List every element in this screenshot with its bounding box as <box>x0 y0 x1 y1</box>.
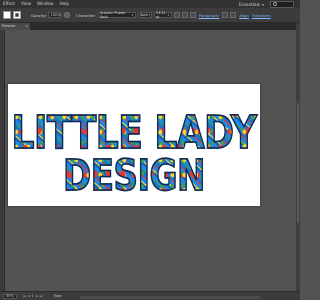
menu-help[interactable]: Help <box>57 0 73 8</box>
font-style-dropdown[interactable]: Bold ▾ <box>137 12 152 18</box>
character-group: Character: Autumn Puzzle Bold ▾ Bold ▾ 2… <box>76 11 172 19</box>
zoom-field[interactable]: 50% <box>3 293 17 299</box>
transform-link[interactable]: Transform <box>252 13 271 18</box>
font-style-value: Bold <box>140 13 148 17</box>
zoom-value: 50% <box>6 294 14 298</box>
scrollbar-thumb[interactable] <box>297 103 299 223</box>
horizontal-scrollbar[interactable] <box>80 296 260 299</box>
vertical-scrollbar[interactable] <box>296 23 300 293</box>
status-bar: 50% |◂ ◂ 1 ▸ ▸| Type <box>0 291 300 300</box>
font-family-dropdown[interactable]: Autumn Puzzle Bold ▾ <box>97 11 136 19</box>
stroke-swatch[interactable] <box>13 11 21 19</box>
paragraph-link[interactable]: Paragraph: <box>199 13 220 18</box>
align-center-icon[interactable] <box>181 12 188 18</box>
align-right-icon[interactable] <box>189 12 196 18</box>
document-tab[interactable]: Preview × <box>0 23 30 30</box>
opacity-group: Opacity: 100% › <box>31 12 63 18</box>
design-text-line-2[interactable]: DESIGN <box>8 150 260 202</box>
search-input[interactable] <box>270 0 294 8</box>
opacity-dropdown[interactable]: 100% › <box>48 12 63 18</box>
font-size-field[interactable]: 23.21 pt ▾ <box>153 11 172 19</box>
chevron-down-icon: ▾ <box>167 13 170 17</box>
character-label: Character: <box>76 12 97 18</box>
document-tab-bar: Preview × <box>0 23 296 30</box>
grid-icon[interactable] <box>230 12 237 18</box>
menu-view[interactable]: View <box>18 0 34 8</box>
opacity-label: Opacity: <box>31 12 47 18</box>
current-tool-label: Type <box>53 294 62 298</box>
workspace-label: Essentials <box>239 1 260 7</box>
align-left-icon[interactable] <box>173 12 180 18</box>
control-bar: Opacity: 100% › Character: Autumn Puzzle… <box>0 8 300 23</box>
fill-swatch[interactable] <box>3 11 11 19</box>
recolor-icon[interactable] <box>64 12 71 18</box>
document-tab-label: Preview <box>2 24 16 28</box>
opacity-value: 100% <box>50 13 61 17</box>
chevron-down-icon: ▾ <box>131 13 134 17</box>
menu-effect[interactable]: Effect <box>0 0 18 8</box>
font-family-value: Autumn Puzzle Bold <box>100 11 126 19</box>
grid-icon[interactable] <box>222 12 229 18</box>
font-size-value: 23.21 pt <box>156 11 166 19</box>
align-link[interactable]: Align <box>239 13 249 18</box>
workspace-switcher[interactable]: Essentials ▾ <box>239 2 264 7</box>
chevron-right-icon: › <box>61 13 63 17</box>
fill-swatch-group <box>3 11 21 19</box>
chevron-down-icon: ▾ <box>261 1 264 7</box>
menu-window[interactable]: Window <box>34 0 57 8</box>
search-icon <box>273 1 277 6</box>
close-icon[interactable]: × <box>25 23 28 30</box>
tools-panel[interactable] <box>0 30 5 292</box>
menu-bar: Effect View Window Help Essentials ▾ <box>0 0 300 8</box>
artboard-navigator[interactable]: |◂ ◂ 1 ▸ ▸| <box>23 294 44 298</box>
artboard[interactable]: LITTLE LADY DESIGN <box>8 84 260 206</box>
chevron-down-icon: ▾ <box>148 13 151 17</box>
